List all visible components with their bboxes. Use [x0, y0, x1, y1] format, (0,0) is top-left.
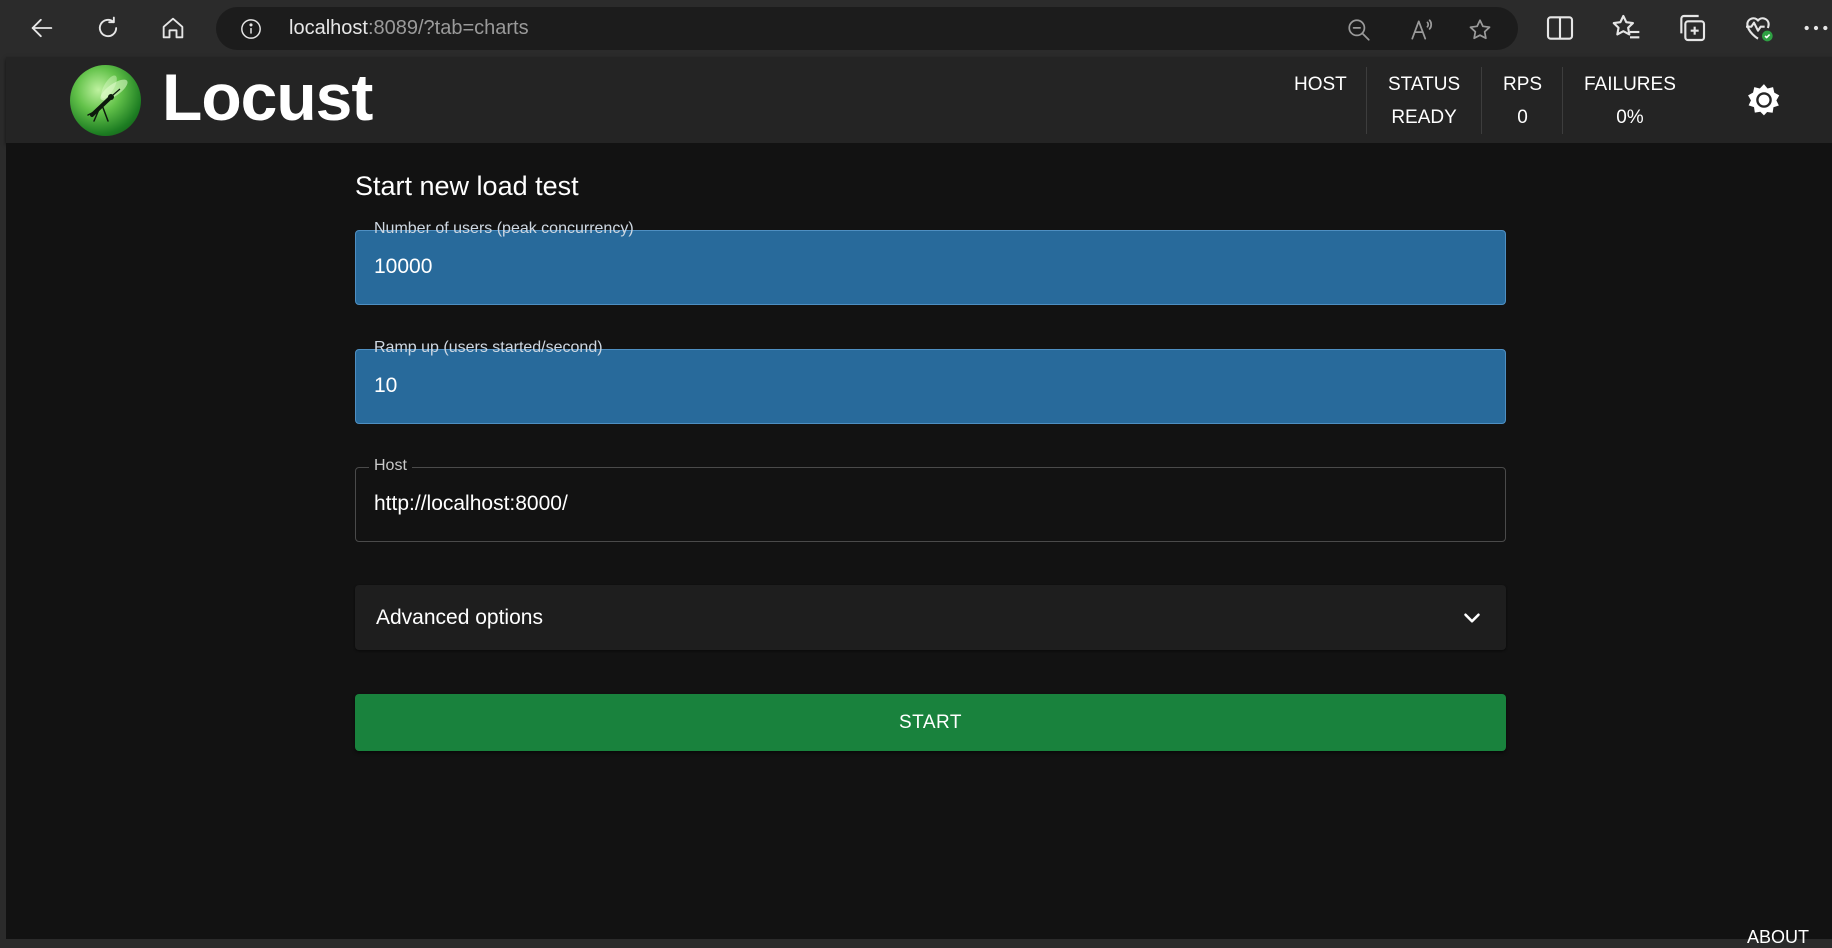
ramp-up-field-label: Ramp up (users started/second): [374, 339, 603, 356]
zoom-out-icon[interactable]: [1346, 17, 1372, 43]
host-field[interactable]: Host: [355, 456, 1506, 542]
address-url[interactable]: localhost:8089/?tab=charts: [289, 17, 529, 40]
chevron-down-icon[interactable]: [1459, 605, 1485, 631]
stat-host-label: HOST: [1294, 74, 1347, 95]
reload-icon[interactable]: [90, 10, 126, 46]
stat-host: HOST: [1294, 73, 1347, 106]
favorites-icon[interactable]: [1610, 12, 1642, 44]
star-icon[interactable]: [1467, 17, 1493, 43]
stat-rps-label: RPS: [1503, 74, 1543, 95]
browser-essentials-icon[interactable]: [1742, 12, 1774, 44]
host-input[interactable]: [374, 492, 1474, 516]
info-icon[interactable]: [240, 18, 262, 40]
collections-icon[interactable]: [1676, 12, 1708, 44]
about-link[interactable]: ABOUT: [1747, 927, 1809, 948]
stat-status-label: STATUS: [1388, 74, 1461, 95]
url-path: :8089/?tab=charts: [367, 17, 529, 39]
stat-failures-label: FAILURES: [1584, 74, 1676, 95]
more-icon[interactable]: [1800, 12, 1832, 44]
home-icon[interactable]: [155, 10, 191, 46]
users-input[interactable]: [374, 255, 1474, 279]
stat-divider: [1562, 67, 1563, 134]
stat-failures: FAILURES 0%: [1584, 73, 1676, 130]
stat-status: STATUS READY: [1388, 73, 1460, 130]
stat-status-value: READY: [1391, 107, 1457, 128]
stat-rps: RPS 0: [1503, 73, 1542, 130]
address-bar[interactable]: localhost:8089/?tab=charts: [216, 7, 1518, 50]
ramp-up-input[interactable]: [374, 374, 1474, 398]
read-aloud-icon[interactable]: [1409, 17, 1435, 43]
host-field-label: Host: [369, 456, 412, 476]
stat-rps-value: 0: [1517, 107, 1528, 128]
stat-divider: [1366, 67, 1367, 134]
app-header: Locust HOST STATUS READY RPS 0 FAILURES …: [6, 57, 1832, 143]
back-icon[interactable]: [24, 10, 60, 46]
users-field-label: Number of users (peak concurrency): [374, 220, 634, 237]
main-content: Start new load test Number of users (pea…: [6, 143, 1832, 947]
brightness-icon[interactable]: [1746, 82, 1782, 118]
ramp-up-field[interactable]: Ramp up (users started/second): [355, 339, 1506, 424]
start-button[interactable]: START: [355, 694, 1506, 751]
users-field[interactable]: Number of users (peak concurrency): [355, 220, 1506, 305]
stat-divider: [1481, 67, 1482, 134]
stat-failures-value: 0%: [1616, 107, 1644, 128]
app-logo-title[interactable]: Locust: [162, 59, 373, 135]
locust-logo-icon[interactable]: [70, 65, 141, 136]
advanced-options-accordion[interactable]: Advanced options: [355, 585, 1506, 650]
browser-toolbar: localhost:8089/?tab=charts: [0, 0, 1832, 57]
advanced-options-label: Advanced options: [376, 606, 543, 629]
split-screen-icon[interactable]: [1544, 12, 1576, 44]
url-host: localhost: [289, 17, 368, 39]
form-title: Start new load test: [355, 171, 579, 201]
